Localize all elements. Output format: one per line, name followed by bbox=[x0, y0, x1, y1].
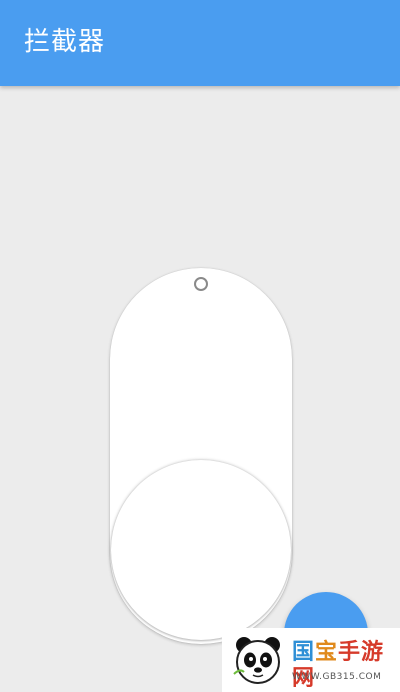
app-bar: 拦截器 bbox=[0, 0, 400, 86]
watermark-title: 国宝手游网 bbox=[292, 640, 385, 691]
watermark: 国宝手游网 WWW.GB315.COM bbox=[222, 628, 400, 692]
page-title: 拦截器 bbox=[24, 27, 106, 57]
watermark-url: WWW.GB315.COM bbox=[292, 672, 382, 682]
panda-logo-icon bbox=[233, 637, 280, 684]
ring-icon bbox=[194, 277, 208, 291]
switch-knob[interactable] bbox=[111, 460, 291, 640]
